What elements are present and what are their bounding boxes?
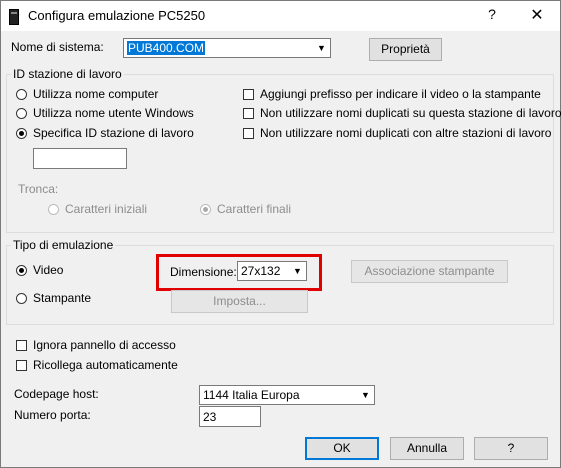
radio-windows-user-label: Utilizza nome utente Windows [33, 106, 194, 120]
truncate-label: Tronca: [18, 182, 59, 196]
chevron-down-icon[interactable]: ▼ [290, 263, 305, 279]
checkbox-ignore-login-label: Ignora pannello di accesso [33, 338, 176, 352]
radio-printer[interactable] [16, 293, 27, 304]
chevron-down-icon[interactable]: ▼ [358, 387, 373, 403]
terminal-icon [9, 9, 19, 25]
radio-computer-name[interactable] [16, 89, 27, 100]
printer-association-button[interactable]: Associazione stampante [351, 260, 508, 283]
codepage-value: 1144 Italia Europa [203, 388, 300, 402]
radio-video[interactable] [16, 265, 27, 276]
close-button[interactable]: ✕ [529, 5, 545, 25]
system-name-label: Nome di sistema: [11, 40, 104, 54]
checkbox-auto-reconnect[interactable] [16, 360, 27, 371]
cancel-button[interactable]: Annulla [390, 437, 464, 460]
checkbox-no-dup-local[interactable] [243, 108, 254, 119]
radio-specify-id[interactable] [16, 128, 27, 139]
checkbox-add-prefix-label: Aggiungi prefisso per indicare il video … [260, 87, 541, 101]
checkbox-add-prefix[interactable] [243, 89, 254, 100]
setup-button[interactable]: Imposta... [171, 290, 308, 313]
radio-initial-chars[interactable] [48, 204, 59, 215]
checkbox-ignore-login[interactable] [16, 340, 27, 351]
port-value: 23 [203, 410, 217, 424]
emulation-type-group [6, 245, 554, 325]
dimension-label: Dimensione: [170, 265, 237, 279]
system-name-combo[interactable]: PUB400.COM ▼ [123, 38, 331, 58]
radio-specify-id-label: Specifica ID stazione di lavoro [33, 126, 194, 140]
radio-computer-name-label: Utilizza nome computer [33, 87, 159, 101]
workstation-group-label: ID stazione di lavoro [11, 67, 124, 81]
radio-video-label: Video [33, 263, 64, 277]
help-button[interactable]: ? [474, 437, 548, 460]
title-help-button[interactable]: ? [485, 6, 499, 22]
chevron-down-icon[interactable]: ▼ [314, 40, 329, 56]
window-title: Configura emulazione PC5250 [28, 8, 206, 23]
radio-final-chars-label: Caratteri finali [217, 202, 292, 216]
system-name-value: PUB400.COM [127, 41, 206, 55]
port-input[interactable]: 23 [199, 406, 261, 427]
radio-final-chars[interactable] [200, 204, 211, 215]
checkbox-no-dup-other-label: Non utilizzare nomi duplicati con altre … [260, 126, 552, 140]
codepage-combo[interactable]: 1144 Italia Europa ▼ [199, 385, 375, 405]
checkbox-no-dup-local-label: Non utilizzare nomi duplicati su questa … [260, 106, 561, 120]
dimension-combo[interactable]: 27x132 ▼ [237, 261, 307, 281]
dimension-value: 27x132 [241, 264, 281, 278]
checkbox-no-dup-other[interactable] [243, 128, 254, 139]
codepage-label: Codepage host: [14, 387, 99, 401]
title-bar: Configura emulazione PC5250 ? ✕ [1, 1, 560, 31]
radio-initial-chars-label: Caratteri iniziali [65, 202, 148, 216]
ok-button[interactable]: OK [305, 437, 379, 460]
properties-button[interactable]: Proprietà [369, 38, 442, 61]
dialog-window: Configura emulazione PC5250 ? ✕ Nome di … [0, 0, 561, 468]
radio-windows-user[interactable] [16, 108, 27, 119]
port-label: Numero porta: [14, 408, 91, 422]
checkbox-auto-reconnect-label: Ricollega automaticamente [33, 358, 178, 372]
workstation-id-input[interactable] [33, 148, 127, 169]
emulation-group-label: Tipo di emulazione [11, 238, 116, 252]
radio-printer-label: Stampante [33, 291, 92, 305]
